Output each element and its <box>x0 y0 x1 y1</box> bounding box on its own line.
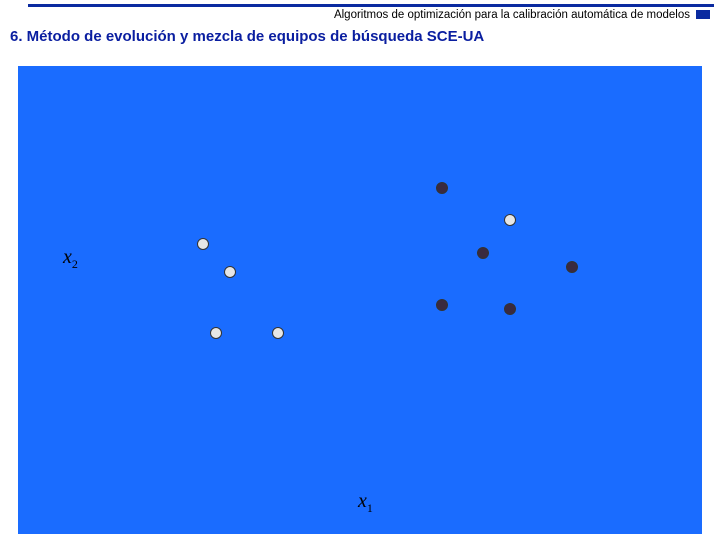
scatter-point <box>504 214 516 226</box>
scatter-point <box>210 327 222 339</box>
section-title: 6. Método de evolución y mezcla de equip… <box>0 24 720 55</box>
scatter-point <box>224 266 236 278</box>
axis-y-sub: 2 <box>72 257 78 271</box>
axis-x-sub: 1 <box>367 501 373 515</box>
header-title: Algoritmos de optimización para la calib… <box>334 9 710 21</box>
scatter-point <box>436 182 448 194</box>
axis-y-var: x <box>63 246 72 268</box>
scatter-point <box>477 247 489 259</box>
header-row: Algoritmos de optimización para la calib… <box>0 7 720 24</box>
scatter-point <box>566 261 578 273</box>
scatter-point <box>197 238 209 250</box>
scatter-point <box>436 299 448 311</box>
axis-label-x: x1 <box>358 490 373 516</box>
axis-label-y: x2 <box>63 246 78 272</box>
plot-area: x2 x1 <box>18 66 702 534</box>
axis-x-var: x <box>358 490 367 512</box>
scatter-point <box>504 303 516 315</box>
slide: Algoritmos de optimización para la calib… <box>0 4 720 544</box>
scatter-point <box>272 327 284 339</box>
